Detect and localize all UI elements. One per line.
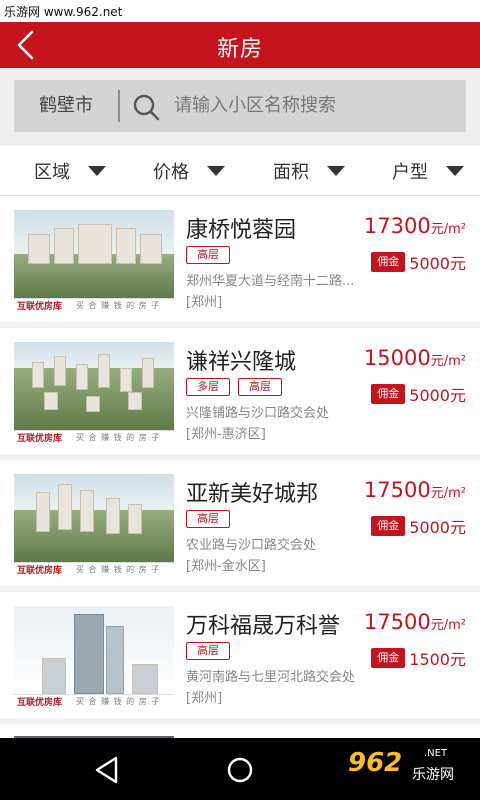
listing-tags: 高层 — [186, 510, 238, 528]
type-tag: 高层 — [238, 378, 282, 396]
listing-price: 17500元/m² — [364, 478, 466, 502]
filter-label: 区域 — [34, 162, 70, 183]
listing-card[interactable]: 互联优房库 买 合 赚 钱 的 房 子 万科福晟万科誉 高层 黄河南路与七里河北… — [0, 592, 480, 718]
listing-card[interactable]: 互联优房库 买 合 赚 钱 的 房 子 康桥悦蓉园 高层 郑州华夏大道与经南十二… — [0, 196, 480, 322]
search-icon — [133, 94, 160, 121]
search-bar: 鹤壁市 请输入小区名称搜索 — [14, 80, 466, 132]
listing-price: 17500元/m² — [364, 610, 466, 634]
listing-tags: 多层 高层 — [186, 378, 290, 396]
commission-badge: 佣金 — [371, 252, 406, 272]
system-nav-bar: 962 .NET 乐游网 — [0, 738, 480, 800]
listing-commission: 佣金 5000元 — [371, 382, 466, 406]
type-tag: 高层 — [186, 510, 230, 528]
thumbnail-logo: 互联优房库 — [17, 698, 63, 708]
listing-tags: 高层 — [186, 246, 238, 264]
listing-commission: 佣金 1500元 — [371, 646, 466, 670]
filter-area[interactable]: 区域 — [34, 146, 106, 196]
filter-label: 户型 — [392, 162, 428, 183]
site-watermark-logo: 962 .NET 乐游网 — [344, 746, 474, 790]
listing-thumbnail: 互联优房库 买 合 赚 钱 的 房 子 — [14, 210, 174, 314]
listing-card-partial — [0, 724, 480, 738]
watermark-url: .NET — [424, 748, 448, 759]
filter-size[interactable]: 面积 — [273, 146, 345, 196]
nav-back-icon[interactable] — [90, 752, 126, 788]
price-unit: 元/m² — [430, 486, 466, 501]
price-value: 17500 — [363, 478, 431, 502]
price-value: 15000 — [363, 346, 431, 370]
listing-address: 兴隆铺路与沙口路交会处 — [186, 406, 330, 421]
commission-amount: 5000元 — [409, 254, 466, 273]
city-selector[interactable]: 鹤壁市 — [14, 80, 118, 132]
commission-amount: 5000元 — [409, 386, 466, 405]
triangle-down-icon — [446, 166, 464, 176]
listing-price: 17300元/m² — [364, 214, 466, 238]
filter-bar: 区域 价格 面积 户型 — [0, 146, 480, 196]
page-title: 新房 — [216, 37, 263, 62]
listing-name: 康桥悦蓉园 — [186, 218, 297, 243]
price-value: 17300 — [363, 214, 431, 238]
app-header: 新房 — [0, 22, 480, 68]
listing-address: 郑州华夏大道与经南十二路... — [186, 274, 355, 289]
commission-amount: 1500元 — [409, 650, 466, 669]
triangle-down-icon — [207, 166, 225, 176]
thumbnail-slogan: 买 合 赚 钱 的 房 子 — [76, 565, 161, 574]
commission-amount: 5000元 — [409, 518, 466, 537]
thumbnail-logo: 互联优房库 — [17, 434, 63, 444]
listing-name: 万科福晟万科誉 — [186, 614, 341, 639]
price-unit: 元/m² — [430, 618, 466, 633]
listing-commission: 佣金 5000元 — [371, 250, 466, 274]
listing-district: [郑州] — [186, 691, 223, 706]
filter-layout[interactable]: 户型 — [392, 146, 464, 196]
listing-list: 互联优房库 买 合 赚 钱 的 房 子 康桥悦蓉园 高层 郑州华夏大道与经南十二… — [0, 196, 480, 738]
price-value: 17500 — [363, 610, 431, 634]
listing-card[interactable]: 互联优房库 买 合 赚 钱 的 房 子 谦祥兴隆城 多层 高层 兴隆铺路与沙口路… — [0, 328, 480, 454]
thumbnail-slogan: 买 合 赚 钱 的 房 子 — [76, 433, 161, 442]
triangle-down-icon — [88, 166, 106, 176]
listing-card[interactable]: 互联优房库 买 合 赚 钱 的 房 子 亚新美好城邦 高层 农业路与沙口路交会处… — [0, 460, 480, 586]
filter-price[interactable]: 价格 — [153, 146, 225, 196]
search-area: 鹤壁市 请输入小区名称搜索 — [0, 68, 480, 146]
commission-badge: 佣金 — [371, 384, 406, 404]
listing-name: 谦祥兴隆城 — [186, 350, 297, 375]
listing-thumbnail: 互联优房库 买 合 赚 钱 的 房 子 — [14, 474, 174, 578]
listing-district: [郑州] — [186, 295, 223, 310]
price-unit: 元/m² — [430, 222, 466, 237]
watermark-text: 乐游网 — [412, 767, 454, 783]
search-divider — [118, 90, 120, 122]
listing-commission: 佣金 5000元 — [371, 514, 466, 538]
listing-district: [郑州-金水区] — [186, 559, 266, 574]
thumbnail-logo: 互联优房库 — [17, 302, 63, 312]
type-tag: 多层 — [186, 378, 230, 396]
nav-home-icon[interactable] — [222, 752, 258, 788]
listing-thumbnail: 互联优房库 买 合 赚 钱 的 房 子 — [14, 606, 174, 710]
commission-badge: 佣金 — [371, 516, 406, 536]
search-input[interactable]: 请输入小区名称搜索 — [174, 80, 336, 132]
commission-badge: 佣金 — [371, 648, 406, 668]
site-watermark: 乐游网 www.962.net — [4, 5, 123, 19]
listing-address: 农业路与沙口路交会处 — [186, 538, 317, 553]
listing-thumbnail: 互联优房库 买 合 赚 钱 的 房 子 — [14, 342, 174, 446]
listing-name: 亚新美好城邦 — [186, 482, 319, 507]
listing-district: [郑州-惠济区] — [186, 427, 266, 442]
listing-price: 15000元/m² — [364, 346, 466, 370]
type-tag: 高层 — [186, 246, 230, 264]
thumbnail-slogan: 买 合 赚 钱 的 房 子 — [76, 697, 161, 706]
filter-label: 面积 — [273, 162, 309, 183]
status-bar: 乐游网 www.962.net — [0, 0, 480, 22]
watermark-number: 962 — [348, 748, 403, 778]
price-unit: 元/m² — [430, 354, 466, 369]
triangle-down-icon — [327, 166, 345, 176]
listing-address: 黄河南路与七里河北路交会处 — [186, 670, 356, 685]
filter-label: 价格 — [153, 162, 189, 183]
thumbnail-slogan: 买 合 赚 钱 的 房 子 — [76, 301, 161, 310]
type-tag: 高层 — [186, 642, 230, 660]
listing-tags: 高层 — [186, 642, 238, 660]
thumbnail-logo: 互联优房库 — [17, 566, 63, 576]
